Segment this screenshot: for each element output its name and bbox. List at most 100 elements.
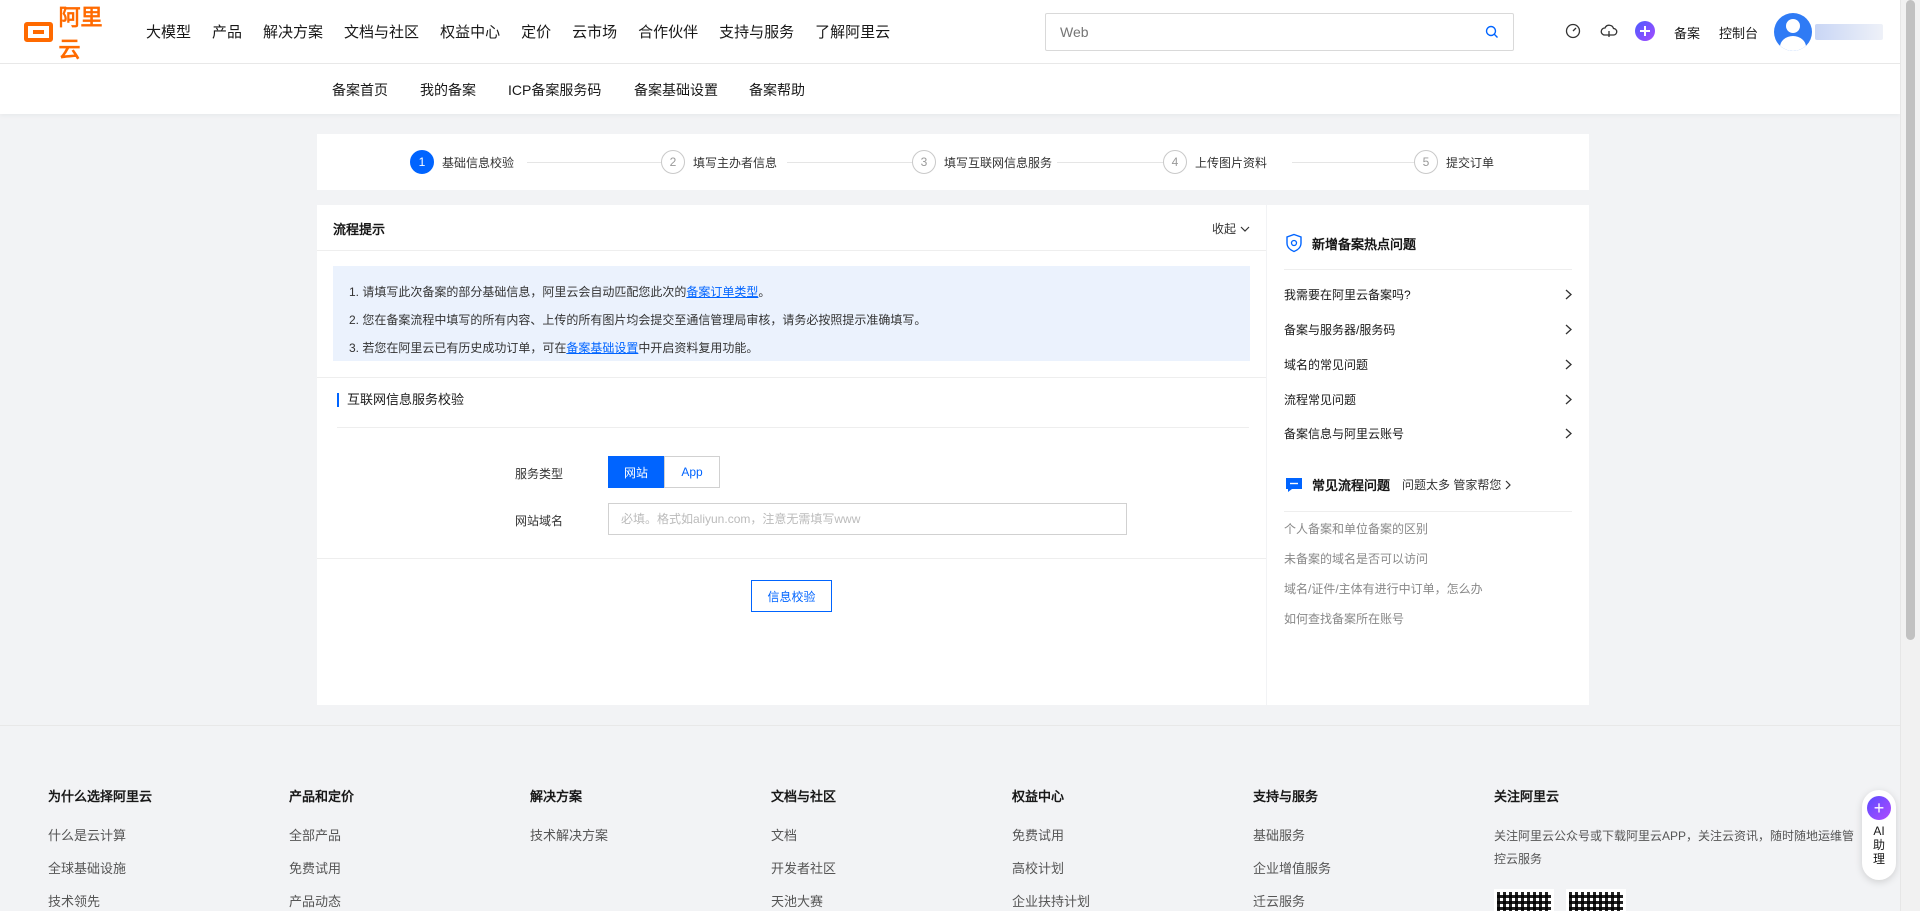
ai-assistant-button[interactable]: + AI助理 (1862, 790, 1896, 880)
footer-col-why: 为什么选择阿里云 什么是云计算 全球基础设施 技术领先 (48, 786, 152, 911)
hot-question-item[interactable]: 备案信息与阿里云账号 (1284, 425, 1572, 442)
butler-help-link[interactable]: 问题太多 管家帮您 (1402, 476, 1511, 493)
chevron-right-icon (1565, 394, 1572, 405)
nav-item-partners[interactable]: 合作伙伴 (638, 21, 698, 42)
question-text: 域名的常见问题 (1284, 358, 1369, 372)
common-question-item[interactable]: 如何查找备案所在账号 (1284, 610, 1404, 627)
footer-link[interactable]: 免费试用 (289, 858, 354, 877)
subnav-my-beian[interactable]: 我的备案 (420, 80, 476, 100)
footer-link[interactable]: 开发者社区 (771, 858, 836, 877)
beian-subnav: 备案首页 我的备案 ICP备案服务码 备案基础设置 备案帮助 (0, 64, 1900, 114)
step-5: 5 提交订单 (1414, 150, 1494, 174)
section-title: 互联网信息服务校验 (337, 393, 464, 407)
logo-text: 阿里云 (58, 4, 103, 62)
common-question-item[interactable]: 未备案的域名是否可以访问 (1284, 550, 1428, 567)
footer-col-title: 关注阿里云 (1494, 789, 1560, 804)
tip-text: 1. 请填写此次备案的部分基础信息，阿里云会自动匹配您此次的 (349, 285, 687, 299)
help-side-panel: 新增备案热点问题 我需要在阿里云备案吗? 备案与服务器/服务码 域名的常见问题 … (1267, 205, 1589, 705)
subnav-home[interactable]: 备案首页 (332, 80, 388, 100)
chevron-right-icon (1565, 289, 1572, 300)
footer-col-solutions: 解决方案 技术解决方案 (530, 786, 608, 858)
hot-question-item[interactable]: 流程常见问题 (1284, 391, 1572, 408)
tip-3: 3. 若您在阿里云已有历史成功订单，可在备案基础设置中开启资料复用功能。 (349, 334, 1234, 362)
verify-info-button[interactable]: 信息校验 (751, 580, 832, 612)
chat-bubble-icon (1286, 477, 1302, 492)
scrollbar-thumb[interactable] (1906, 0, 1915, 640)
user-avatar[interactable] (1774, 13, 1812, 51)
step-connector (787, 162, 917, 163)
plus-icon: + (1867, 796, 1891, 820)
footer-link[interactable]: 全部产品 (289, 825, 354, 844)
nav-item-benefits[interactable]: 权益中心 (440, 21, 500, 42)
dashboard-icon[interactable] (1562, 20, 1584, 42)
divider (317, 558, 1266, 559)
service-type-label: 服务类型 (515, 467, 564, 481)
footer-link[interactable]: 企业增值服务 (1253, 858, 1331, 877)
subnav-basic-settings[interactable]: 备案基础设置 (634, 80, 718, 100)
collapse-label: 收起 (1211, 222, 1236, 236)
nav-item-pricing[interactable]: 定价 (521, 21, 551, 42)
step-label: 上传图片资料 (1195, 155, 1268, 170)
tip-text: 3. 若您在阿里云已有历史成功订单，可在 (349, 341, 567, 355)
logo-mark-icon (24, 21, 53, 42)
footer-link[interactable]: 文档 (771, 825, 836, 844)
search-input[interactable] (1060, 24, 1485, 40)
footer-link[interactable]: 技术解决方案 (530, 825, 608, 844)
main-nav: 大模型 产品 解决方案 文档与社区 权益中心 定价 云市场 合作伙伴 支持与服务… (146, 21, 911, 42)
step-4: 4 上传图片资料 (1163, 150, 1267, 174)
nav-item-support[interactable]: 支持与服务 (719, 21, 794, 42)
service-type-selector: 网站 App (608, 456, 720, 488)
nav-item-about[interactable]: 了解阿里云 (815, 21, 890, 42)
common-questions-header: 常见流程问题 问题太多 管家帮您 (1284, 475, 1511, 494)
collapse-toggle[interactable]: 收起 (1212, 220, 1250, 237)
footer-link[interactable]: 企业扶持计划 (1012, 891, 1090, 910)
nav-item-marketplace[interactable]: 云市场 (572, 21, 617, 42)
hot-question-item[interactable]: 我需要在阿里云备案吗? (1284, 286, 1572, 303)
chevron-right-icon (1565, 428, 1572, 439)
domain-input[interactable] (608, 503, 1127, 535)
tip-text: 。 (758, 285, 771, 299)
nav-item-llm[interactable]: 大模型 (146, 21, 191, 42)
step-connector (1057, 162, 1167, 163)
common-question-item[interactable]: 个人备案和单位备案的区别 (1284, 520, 1428, 537)
footer-link[interactable]: 全球基础设施 (48, 858, 152, 877)
page-scrollbar[interactable] (1900, 0, 1920, 911)
step-1: 1 基础信息校验 (410, 150, 514, 174)
cloud-shell-icon[interactable] (1598, 20, 1620, 42)
main-form-panel: 流程提示 收起 1. 请填写此次备案的部分基础信息，阿里云会自动匹配您此次的备案… (317, 205, 1266, 705)
service-type-website-button[interactable]: 网站 (608, 456, 664, 488)
subnav-icp-service-code[interactable]: ICP备案服务码 (508, 80, 601, 100)
ai-plus-icon[interactable] (1634, 20, 1656, 42)
hot-question-item[interactable]: 域名的常见问题 (1284, 356, 1572, 373)
order-type-link[interactable]: 备案订单类型 (686, 285, 758, 299)
aliyun-logo[interactable]: 阿里云 (24, 0, 120, 64)
chevron-right-icon (1565, 324, 1572, 335)
beian-link[interactable]: 备案 (1674, 23, 1700, 42)
basic-settings-link[interactable]: 备案基础设置 (566, 341, 638, 355)
footer-link[interactable]: 免费试用 (1012, 825, 1090, 844)
footer-link[interactable]: 天池大赛 (771, 891, 836, 910)
question-text: 我需要在阿里云备案吗? (1284, 288, 1411, 302)
footer-link[interactable]: 产品动态 (289, 891, 354, 910)
divider (1284, 511, 1572, 512)
nav-item-solutions[interactable]: 解决方案 (263, 21, 323, 42)
hot-question-item[interactable]: 备案与服务器/服务码 (1284, 321, 1572, 338)
subnav-help[interactable]: 备案帮助 (749, 80, 805, 100)
footer-link[interactable]: 技术领先 (48, 891, 152, 910)
footer-link[interactable]: 基础服务 (1253, 825, 1331, 844)
console-link[interactable]: 控制台 (1719, 23, 1758, 42)
common-question-item[interactable]: 域名/证件/主体有进行中订单，怎么办 (1284, 580, 1483, 597)
search-box (1045, 13, 1514, 51)
nav-item-products[interactable]: 产品 (212, 21, 242, 42)
footer-link[interactable]: 高校计划 (1012, 858, 1090, 877)
footer-link[interactable]: 迁云服务 (1253, 891, 1331, 910)
footer-col-follow: 关注阿里云 关注阿里云公众号或下载阿里云APP，关注云资讯，随时随地运维管控云服… (1494, 786, 1864, 871)
flow-tips-box: 1. 请填写此次备案的部分基础信息，阿里云会自动匹配您此次的备案订单类型。 2.… (333, 266, 1250, 361)
footer-link[interactable]: 什么是云计算 (48, 825, 152, 844)
nav-item-docs[interactable]: 文档与社区 (344, 21, 419, 42)
search-icon[interactable] (1485, 25, 1499, 39)
service-type-app-button[interactable]: App (664, 456, 720, 488)
step-3: 3 填写互联网信息服务 (912, 150, 1052, 174)
step-connector (1292, 162, 1417, 163)
hot-questions-title: 新增备案热点问题 (1312, 236, 1417, 252)
